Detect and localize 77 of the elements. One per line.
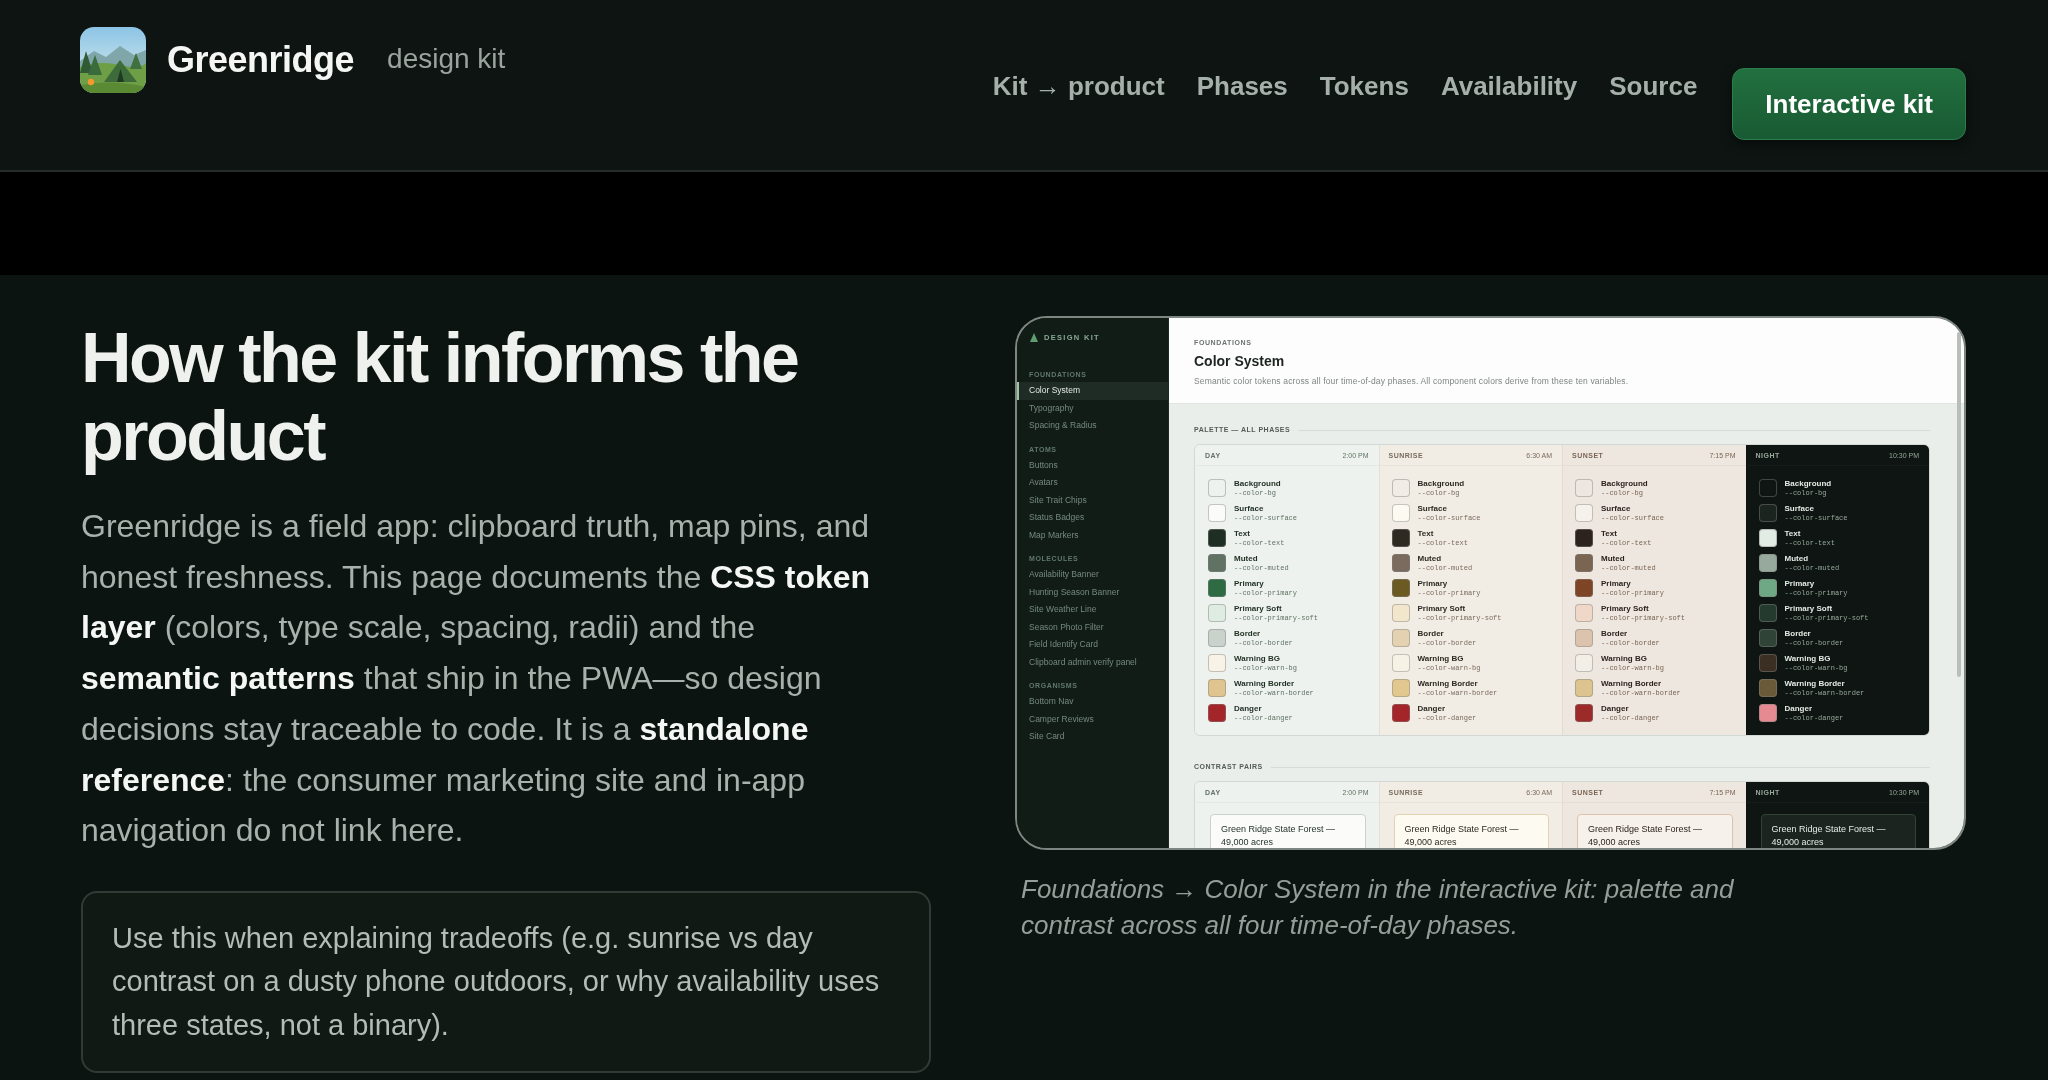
sidebar-item[interactable]: Map Markers	[1017, 526, 1168, 544]
nav-link[interactable]: Source	[1609, 71, 1698, 101]
token-name: Border	[1417, 629, 1445, 639]
token-name: Background	[1601, 479, 1648, 489]
token-name: Border	[1234, 629, 1262, 639]
triangle-icon	[1030, 332, 1038, 342]
sidebar-item[interactable]: Site Card	[1017, 728, 1168, 746]
sidebar-item[interactable]: Bottom Nav	[1017, 693, 1168, 711]
sidebar-item[interactable]: Typography	[1017, 399, 1168, 417]
token-name: Background	[1417, 479, 1465, 489]
token-name: Danger	[1417, 704, 1447, 714]
token-name: Muted	[1784, 554, 1810, 564]
nav-link[interactable]: Tokens	[1319, 71, 1409, 101]
brand-tagline: design kit	[387, 42, 506, 75]
sidebar-item[interactable]: Season Photo Filter	[1017, 618, 1168, 636]
token-name: Warning BG	[1417, 654, 1465, 664]
token-name: Primary Soft	[1784, 604, 1834, 614]
sample-card: Green Ridge State Forest — 49,000 acres	[1760, 814, 1916, 848]
sample-card: Green Ridge State Forest — 49,000 acres	[1393, 814, 1549, 848]
token-name: Text	[1417, 529, 1435, 539]
token-name: Surface	[1784, 504, 1815, 514]
brand-name: Greenridge	[167, 39, 355, 81]
tent-landscape-icon	[80, 27, 146, 93]
sidebar-item[interactable]: Camper Reviews	[1017, 710, 1168, 728]
figure-caption: Foundations → Color System in the interactive kit: palette and contrast across all four time-of-day phases.	[1021, 873, 1735, 942]
token-name: Warning Border	[1234, 679, 1296, 689]
sample-card: Green Ridge State Forest — 49,000 acres	[1577, 814, 1733, 848]
sidebar-item[interactable]: Status Badges	[1017, 509, 1168, 527]
section-title: Color System	[1194, 353, 1285, 369]
token-name: Text	[1601, 529, 1618, 539]
token-name: Text	[1784, 529, 1802, 539]
nav-link[interactable]: Kit → product	[992, 71, 1165, 101]
sidebar-item[interactable]: Field Identify Card	[1017, 636, 1168, 654]
sidebar-item[interactable]: Avatars	[1017, 474, 1168, 492]
token-name: Warning BG	[1601, 654, 1648, 664]
sidebar-item[interactable]: Site Trait Chips	[1017, 491, 1168, 509]
token-name: Primary Soft	[1234, 604, 1283, 614]
token-name: Border	[1784, 629, 1812, 639]
token-name: Surface	[1601, 504, 1632, 514]
token-name: Border	[1601, 629, 1629, 639]
token-name: Surface	[1417, 504, 1448, 514]
token-name: Warning Border	[1601, 679, 1663, 689]
token-name: Warning Border	[1784, 679, 1846, 689]
token-name: Primary	[1234, 579, 1265, 589]
token-name: Primary	[1417, 579, 1449, 589]
note-callout: Use this when explaining tradeoffs (e.g. sunrise vs day contrast on a dusty phone outdoors, or why availability uses three states, not a binary).	[81, 890, 931, 1074]
sidebar-item[interactable]: Hunting Season Banner	[1017, 583, 1168, 601]
token-name: Muted	[1234, 554, 1259, 564]
token-name: Warning Border	[1417, 679, 1479, 689]
intro-paragraph: Greenridge is a field app: clipboard truth, map pins, and honest freshness. This page documents the CSS token layer (colors, type scale, spacing, radii) and the semantic patterns that ship in the PWA—so design decisions stay traceable to code. It is a standalone reference: the consumer marketing site and in-app navigation do not link here.	[81, 507, 872, 851]
token-name: Background	[1234, 479, 1281, 489]
sidebar-item[interactable]: Color System	[1017, 382, 1168, 400]
token-name: Primary	[1784, 579, 1816, 589]
token-name: Text	[1234, 529, 1251, 539]
cta-button[interactable]: Interactive kit	[1732, 68, 1966, 140]
page-heading: How the kit informs the product	[81, 319, 799, 475]
token-name: Muted	[1601, 554, 1626, 564]
nav-link[interactable]: Phases	[1196, 71, 1288, 101]
token-name: Primary Soft	[1601, 604, 1650, 614]
token-name: Primary Soft	[1417, 604, 1467, 614]
token-name: Surface	[1234, 504, 1265, 514]
token-name: Warning BG	[1784, 654, 1832, 664]
token-name: Background	[1784, 479, 1832, 489]
sample-card: Green Ridge State Forest — 49,000 acres	[1210, 814, 1366, 848]
section-description: Semantic color tokens across all four time-of-day phases. All component colors derive from these ten variables.	[1194, 376, 1629, 386]
sidebar-item[interactable]: Site Weather Line	[1017, 601, 1168, 619]
sidebar-item[interactable]: Spacing & Radius	[1017, 417, 1168, 435]
token-name: Danger	[1601, 704, 1630, 714]
token-name: Muted	[1417, 554, 1443, 564]
sidebar-item[interactable]: Availability Banner	[1017, 566, 1168, 584]
token-name: Warning BG	[1234, 654, 1281, 664]
token-name: Primary	[1601, 579, 1632, 589]
nav-link[interactable]: Availability	[1440, 71, 1578, 101]
token-name: Danger	[1784, 704, 1814, 714]
sidebar-item[interactable]: Clipboard admin verify panel	[1017, 653, 1168, 671]
token-name: Danger	[1234, 704, 1263, 714]
sidebar-item[interactable]: Buttons	[1017, 456, 1168, 474]
